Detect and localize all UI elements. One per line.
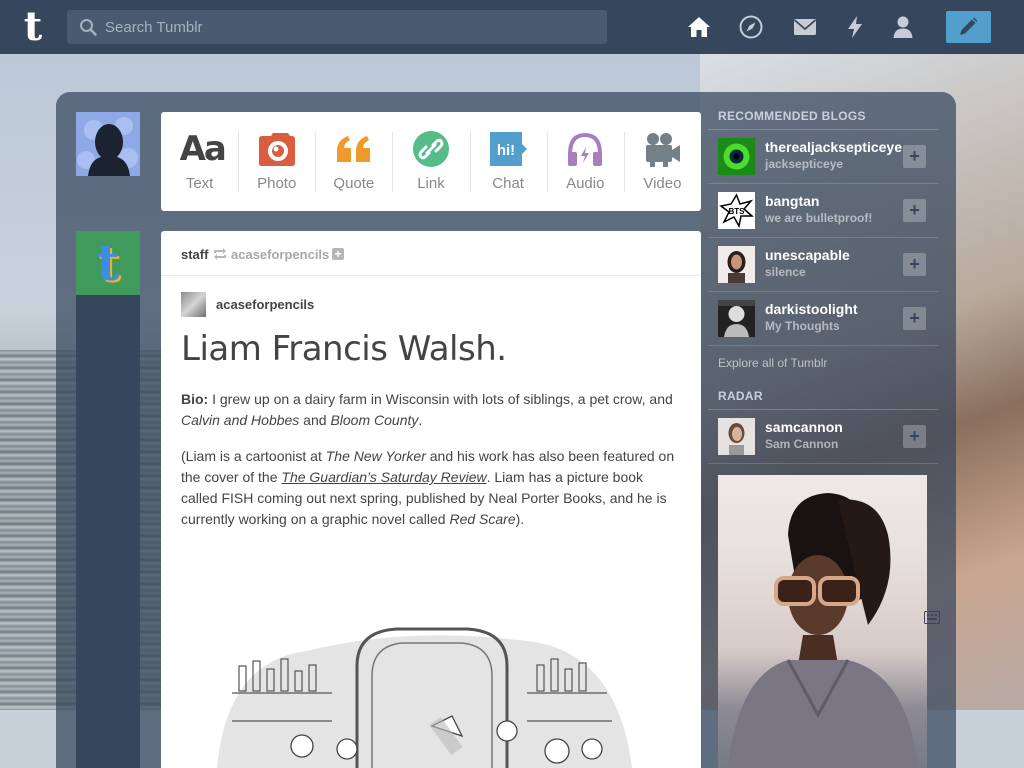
blog-avatar[interactable]: BTS [718,192,755,229]
post-type-label: Link [417,175,445,192]
blog-title: My Thoughts [765,319,840,333]
sidebar: RECOMMENDED BLOGS therealjacksepticeye j… [708,104,938,464]
blog-avatar[interactable] [718,418,755,455]
post-type-link[interactable]: Link [392,112,469,211]
keyboard-icon[interactable] [924,611,940,624]
text-span: I grew up on a dairy farm in Wisconsin w… [208,391,673,407]
svg-text:BTS: BTS [729,207,746,216]
recommended-blog-item[interactable]: darkistoolight My Thoughts + [708,292,938,346]
blog-avatar[interactable] [718,246,755,283]
blog-avatar[interactable] [718,300,755,337]
radar-photo[interactable] [718,475,927,768]
italic-span: Red Scare [449,511,516,527]
reblog-icon [214,248,226,260]
recommended-blog-item[interactable]: therealjacksepticeye jacksepticeye + [708,130,938,184]
top-navigation-bar: t [0,0,1024,54]
post-type-label: Quote [333,175,375,192]
recommended-blogs-heading: RECOMMENDED BLOGS [708,104,938,130]
italic-span: Bloom County [330,412,419,428]
post-author[interactable]: staff [181,247,208,262]
post-card: staff acaseforpencils + acaseforpencils … [161,231,701,768]
staff-avatar-letter: t [96,233,120,292]
blog-name[interactable]: samcannon [765,419,905,435]
post-paragraph: Bio: I grew up on a dairy farm in Wiscon… [181,389,681,431]
inbox-icon[interactable] [792,14,818,40]
follow-button[interactable]: + [903,199,926,222]
post-link[interactable]: The Guardian’s Saturday Review [281,469,486,485]
follow-button[interactable]: + [903,307,926,330]
cartoon-image[interactable] [207,621,637,768]
compose-button[interactable] [946,11,991,43]
avatar-column [76,231,140,768]
post-type-audio[interactable]: Audio [546,112,624,211]
blog-name[interactable]: unescapable [765,247,905,263]
follow-plus-icon[interactable]: + [332,248,344,260]
search-icon [80,19,97,36]
follow-button[interactable]: + [903,425,926,448]
italic-span: The New Yorker [325,448,426,464]
blog-avatar[interactable] [718,138,755,175]
activity-icon[interactable] [842,14,868,40]
link-icon [412,131,449,167]
source-avatar[interactable] [181,292,206,317]
text-icon: Aa [179,129,227,169]
post-type-text[interactable]: Aa Text [161,112,238,211]
post-type-label: Chat [492,175,524,192]
recommended-blog-item[interactable]: BTS bangtan we are bulletproof! + [708,184,938,238]
blog-title: we are bulletproof! [765,211,873,225]
reblogged-from[interactable]: acaseforpencils [231,247,329,262]
blog-name[interactable]: darkistoolight [765,301,905,317]
post-type-photo[interactable]: Photo [238,112,315,211]
italic-span: Calvin and Hobbes [181,412,300,428]
blog-title: silence [765,265,806,279]
quote-icon [336,136,370,162]
bio-label: Bio: [181,391,209,407]
search-box[interactable] [67,10,607,44]
blog-title: jacksepticeye [765,157,844,171]
chat-icon-text: hi! [497,142,515,159]
text-span: . [418,412,423,428]
post-type-label: Video [643,175,682,192]
follow-button[interactable]: + [903,145,926,168]
post-body: Bio: I grew up on a dairy farm in Wiscon… [181,389,681,545]
blog-title: Sam Cannon [765,437,839,451]
radar-blog-item[interactable]: samcannon Sam Cannon + [708,410,938,464]
home-icon[interactable] [686,14,712,40]
post-header: staff acaseforpencils + [161,231,701,276]
text-span: ). [515,511,525,527]
user-avatar[interactable] [76,112,140,176]
camera-icon [258,133,295,166]
text-span: and [299,412,331,428]
radar-photo-image [728,493,918,768]
explore-all-link[interactable]: Explore all of Tumblr [708,346,938,384]
radar-heading: RADAR [708,384,938,410]
follow-button[interactable]: + [903,253,926,276]
post-type-label: Text [185,175,214,192]
headphones-icon [568,132,603,166]
recommended-blog-item[interactable]: unescapable silence + [708,238,938,292]
post-type-label: Photo [257,175,297,192]
text-span: (Liam is a cartoonist at [181,448,326,464]
pencil-icon [960,17,978,35]
post-type-quote[interactable]: Quote [315,112,392,211]
source-name[interactable]: acaseforpencils [216,297,314,312]
search-input[interactable] [105,10,595,44]
tumblr-logo[interactable]: t [16,6,50,48]
post-type-bar: Aa Text Photo Quote Link hi! Chat Audio … [161,112,701,211]
post-type-label: Audio [566,175,605,192]
blog-name[interactable]: therealjacksepticeye [765,139,905,155]
post-title: Liam Francis Walsh. [181,329,507,369]
post-type-chat[interactable]: hi! Chat [469,112,547,211]
blog-name[interactable]: bangtan [765,193,905,209]
post-type-video[interactable]: Video [623,112,701,211]
post-paragraph: (Liam is a cartoonist at The New Yorker … [181,446,681,530]
video-camera-icon [646,133,681,167]
chat-icon: hi! [490,132,528,166]
account-icon[interactable] [890,14,916,40]
user-avatar-image [76,112,140,176]
staff-avatar[interactable]: t [76,231,140,295]
explore-icon[interactable] [738,14,764,40]
